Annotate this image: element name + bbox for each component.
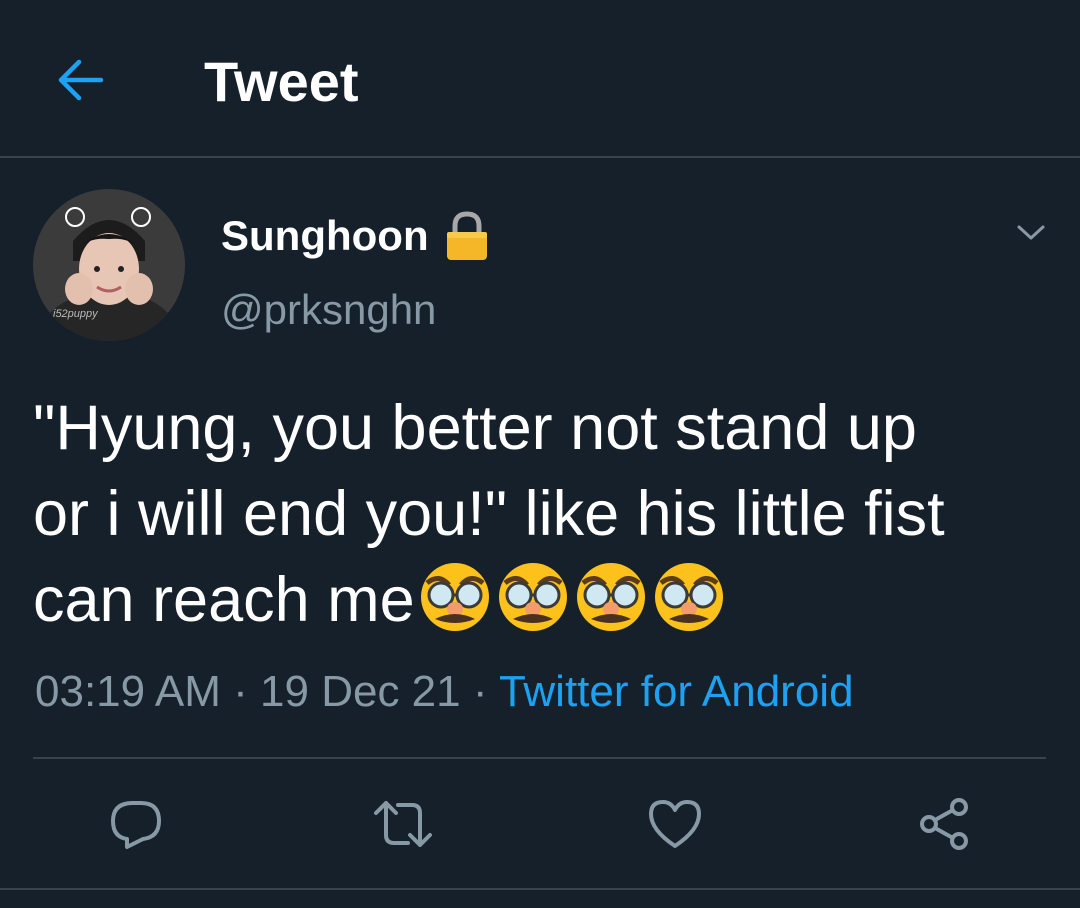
meta-separator: · (233, 667, 248, 716)
share-button[interactable] (912, 792, 976, 856)
author-name-row[interactable]: Sunghoon (221, 208, 489, 264)
disguised-face-emoji-icon (576, 563, 645, 631)
like-button[interactable] (643, 792, 707, 856)
page-title: Tweet (204, 50, 359, 113)
heart-icon (649, 800, 701, 848)
reply-icon (111, 801, 161, 849)
chevron-down-icon (1017, 225, 1045, 240)
avatar[interactable]: i52puppy (33, 189, 185, 341)
tweet-source-link[interactable]: Twitter for Android (499, 667, 854, 716)
author-handle[interactable]: @prksnghn (221, 282, 436, 338)
share-icon (920, 798, 968, 850)
lock-icon (446, 211, 487, 260)
avatar-watermark: i52puppy (53, 308, 99, 320)
divider (33, 757, 1046, 759)
disguised-face-emoji-icon (654, 563, 723, 631)
retweet-icon (374, 801, 432, 847)
tweet-body: "Hyung, you better not stand up or i wil… (33, 385, 1053, 643)
reply-button[interactable] (104, 792, 168, 856)
back-button[interactable] (48, 50, 112, 110)
tweet-meta: 03:19 AM · 19 Dec 21 · Twitter for Andro… (35, 664, 854, 720)
arrow-left-icon (58, 59, 104, 101)
tweet-date: 19 Dec 21 (260, 667, 461, 716)
author-display-name: Sunghoon (221, 212, 429, 259)
avatar-photo: i52puppy (33, 189, 185, 341)
meta-separator: · (472, 667, 488, 716)
disguised-face-emoji-icon (498, 563, 567, 631)
divider (0, 888, 1080, 890)
tweet-menu-button[interactable] (1010, 212, 1052, 254)
tweet-time: 03:19 AM (35, 667, 221, 716)
emoji-group (417, 557, 729, 633)
app-header: Tweet (0, 0, 1080, 158)
disguised-face-emoji-icon (420, 563, 489, 631)
retweet-button[interactable] (371, 792, 435, 856)
